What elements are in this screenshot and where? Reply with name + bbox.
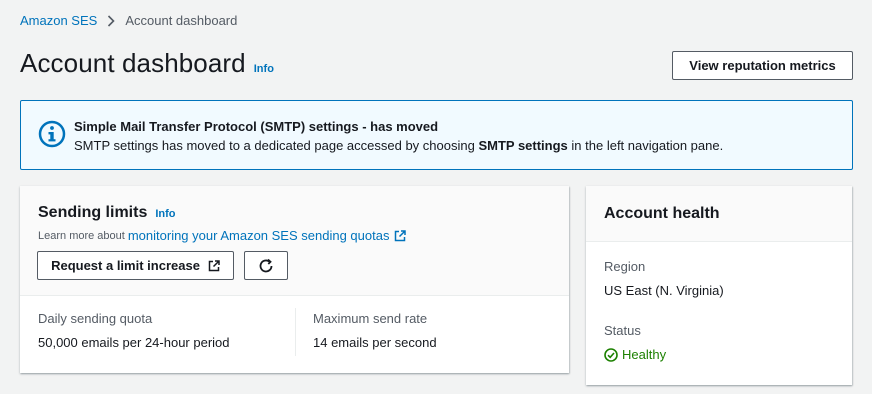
notification-body-text-end: in the left navigation pane. — [567, 138, 724, 153]
notification-body-emphasis: SMTP settings — [478, 138, 568, 153]
chevron-right-icon — [107, 14, 115, 27]
refresh-button[interactable] — [244, 251, 288, 280]
learn-more-prefix: Learn more about — [38, 229, 125, 242]
status-label: Status — [604, 323, 641, 338]
daily-quota-value: 50,000 emails per 24-hour period — [38, 335, 230, 350]
sending-limits-card: Sending limits Info Learn more about mon… — [20, 186, 569, 373]
notification-title: Simple Mail Transfer Protocol (SMTP) set… — [74, 119, 439, 134]
max-send-rate-label: Maximum send rate — [313, 311, 428, 326]
request-limit-increase-button[interactable]: Request a limit increase — [37, 251, 234, 280]
breadcrumb-link-amazon-ses[interactable]: Amazon SES — [20, 13, 97, 28]
notification-body-text: SMTP settings has moved to a dedicated p… — [74, 138, 479, 153]
info-circle-icon — [38, 120, 66, 148]
external-link-icon[interactable] — [394, 229, 407, 242]
breadcrumb: Amazon SES Account dashboard — [20, 13, 237, 28]
daily-quota-label: Daily sending quota — [38, 311, 153, 326]
region-value: US East (N. Virginia) — [604, 283, 724, 298]
external-link-icon — [208, 259, 220, 271]
sending-limits-info-link[interactable]: Info — [155, 208, 175, 220]
sending-limits-title: Sending limits — [38, 204, 148, 221]
check-circle-icon — [604, 347, 618, 362]
view-reputation-metrics-button[interactable]: View reputation metrics — [672, 51, 853, 80]
region-label: Region — [604, 259, 646, 274]
max-send-rate-value: 14 emails per second — [313, 335, 437, 350]
status-badge: Healthy — [604, 347, 666, 362]
learn-more-text: Learn more about monitoring your Amazon … — [38, 228, 407, 243]
page-title: Account dashboard — [20, 48, 246, 78]
smtp-moved-notification: Simple Mail Transfer Protocol (SMTP) set… — [20, 100, 853, 170]
notification-body: SMTP settings has moved to a dedicated p… — [74, 138, 723, 153]
breadcrumb-current: Account dashboard — [125, 13, 238, 28]
sending-quotas-link[interactable]: monitoring your Amazon SES sending quota… — [128, 228, 390, 243]
page-header: Account dashboard Info — [20, 48, 274, 79]
request-limit-increase-label: Request a limit increase — [51, 258, 200, 273]
sending-limits-heading: Sending limits Info — [38, 204, 176, 222]
page-info-link[interactable]: Info — [254, 63, 274, 75]
account-health-title: Account health — [604, 205, 720, 222]
refresh-icon — [259, 258, 273, 272]
status-value: Healthy — [622, 347, 667, 362]
account-health-card: Account health Region US East (N. Virgin… — [586, 186, 852, 385]
stat-divider — [295, 308, 296, 356]
